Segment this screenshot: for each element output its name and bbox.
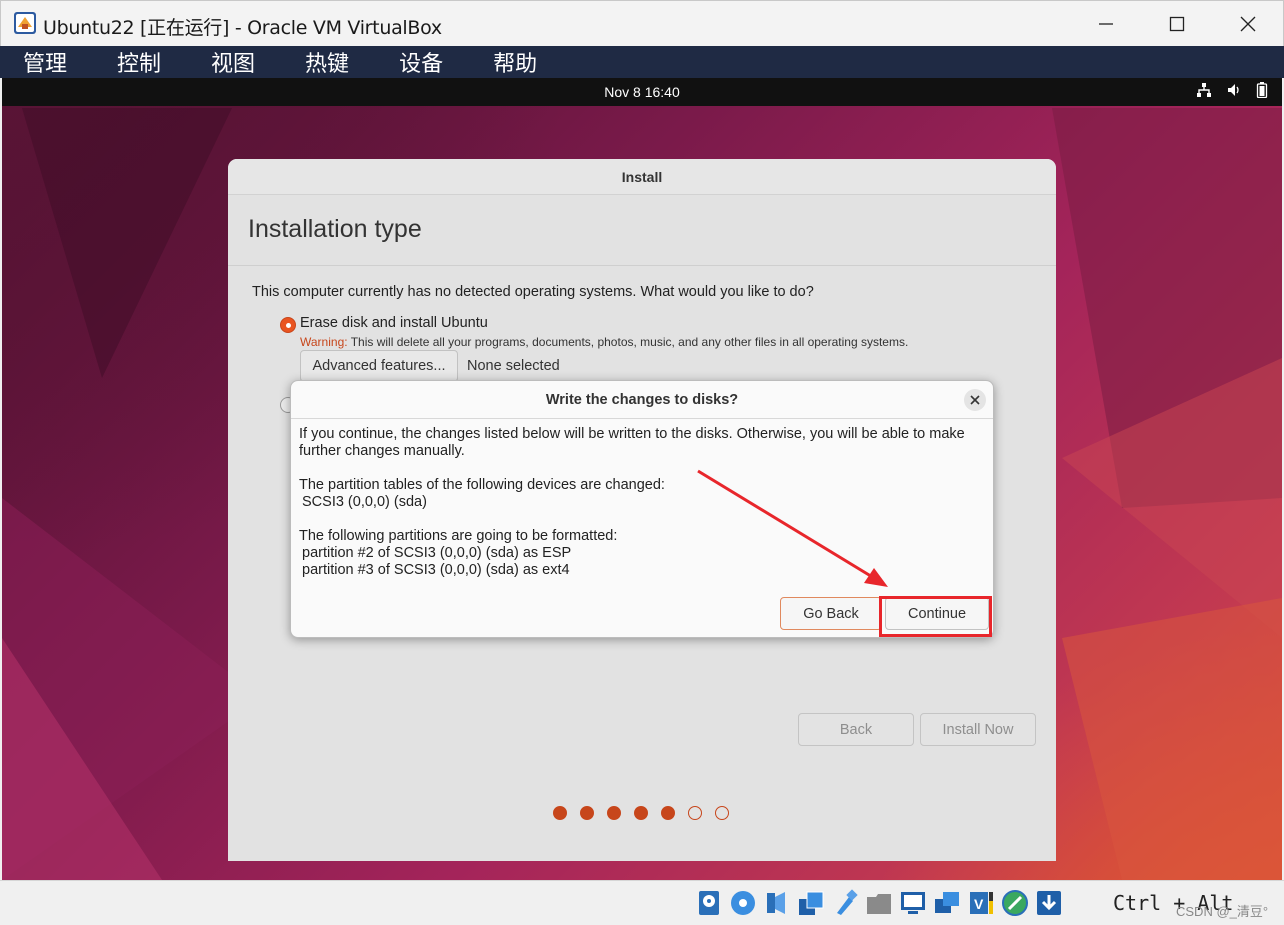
dialog-close-button[interactable]	[964, 389, 986, 411]
dialog-body: If you continue, the changes listed belo…	[299, 426, 991, 579]
progress-dot	[580, 806, 594, 820]
tables-heading: The partition tables of the following de…	[299, 477, 665, 493]
close-window-button[interactable]	[1213, 1, 1283, 47]
watermark: CSDN @_清豆°	[1176, 904, 1269, 919]
mouse-integration-icon[interactable]	[1000, 887, 1029, 919]
optical-disc-icon[interactable]	[728, 887, 757, 919]
install-now-button[interactable]: Install Now	[920, 713, 1036, 746]
display-icon[interactable]	[898, 887, 927, 919]
guest-screen: Nov 8 16:40 Install Installation type Th…	[2, 78, 1282, 880]
partition-item: partition #2 of SCSI3 (0,0,0) (sda) as E…	[302, 545, 572, 561]
progress-dots	[553, 806, 729, 820]
maximize-icon	[1169, 16, 1185, 32]
menu-manage[interactable]: 管理	[12, 46, 78, 78]
continue-highlight	[879, 596, 992, 637]
network-adapters-icon[interactable]	[796, 887, 825, 919]
svg-text:V: V	[974, 896, 984, 912]
maximize-button[interactable]	[1142, 1, 1212, 47]
audio-icon[interactable]	[762, 887, 791, 919]
dialog-title: Write the changes to disks?	[291, 381, 993, 419]
warning-text: This will delete all your programs, docu…	[347, 335, 909, 349]
volume-icon	[1228, 84, 1239, 96]
recording-icon[interactable]	[932, 887, 961, 919]
close-icon	[970, 395, 980, 405]
vm-statusbar: V Ctrl + Alt CSDN @_清豆°	[0, 880, 1284, 925]
usb-icon[interactable]	[830, 887, 859, 919]
advanced-status: None selected	[467, 358, 560, 374]
go-back-button[interactable]: Go Back	[780, 597, 882, 630]
system-tray[interactable]	[1196, 82, 1268, 98]
back-button[interactable]: Back	[798, 713, 914, 746]
network-icon	[1197, 83, 1211, 97]
erase-disk-radio[interactable]	[280, 317, 296, 333]
vm-menubar: 管理 控制 视图 热键 设备 帮助	[0, 46, 1284, 78]
divider	[228, 265, 1056, 266]
installer-titlebar: Install	[228, 159, 1056, 195]
partitions-heading: The following partitions are going to be…	[299, 528, 618, 544]
partition-item: partition #3 of SCSI3 (0,0,0) (sda) as e…	[302, 562, 570, 578]
minimize-button[interactable]	[1071, 1, 1141, 47]
cpu-icon[interactable]: V	[966, 887, 995, 919]
progress-dot	[553, 806, 567, 820]
menu-control[interactable]: 控制	[106, 46, 172, 78]
warning-word: Warning:	[300, 335, 348, 349]
progress-dot	[688, 806, 702, 820]
menu-help[interactable]: 帮助	[482, 46, 548, 78]
clock[interactable]: Nov 8 16:40	[2, 84, 1282, 100]
progress-dot	[661, 806, 675, 820]
window-titlebar: Ubuntu22 [正在运行] - Oracle VM VirtualBox	[0, 0, 1284, 46]
virtualbox-icon	[13, 11, 37, 35]
dialog-intro: If you continue, the changes listed belo…	[299, 426, 965, 459]
download-icon[interactable]	[1034, 887, 1063, 919]
window-title: Ubuntu22 [正在运行] - Oracle VM VirtualBox	[43, 17, 442, 39]
minimize-icon	[1099, 23, 1113, 25]
page-title: Installation type	[248, 215, 422, 243]
progress-dot	[634, 806, 648, 820]
tables-device: SCSI3 (0,0,0) (sda)	[302, 494, 427, 510]
close-icon	[1240, 16, 1256, 32]
guest-topbar: Nov 8 16:40	[2, 78, 1282, 106]
menu-devices[interactable]: 设备	[388, 46, 454, 78]
menu-hotkeys[interactable]: 热键	[294, 46, 360, 78]
battery-icon	[1256, 82, 1268, 98]
advanced-features-button[interactable]: Advanced features...	[300, 350, 458, 382]
erase-warning: Warning: This will delete all your progr…	[300, 335, 908, 349]
menu-view[interactable]: 视图	[200, 46, 266, 78]
install-question: This computer currently has no detected …	[252, 284, 814, 300]
shared-folders-icon[interactable]	[864, 887, 893, 919]
hard-disk-icon[interactable]	[694, 887, 723, 919]
progress-dot	[715, 806, 729, 820]
progress-dot	[607, 806, 621, 820]
erase-disk-label[interactable]: Erase disk and install Ubuntu	[300, 315, 488, 331]
